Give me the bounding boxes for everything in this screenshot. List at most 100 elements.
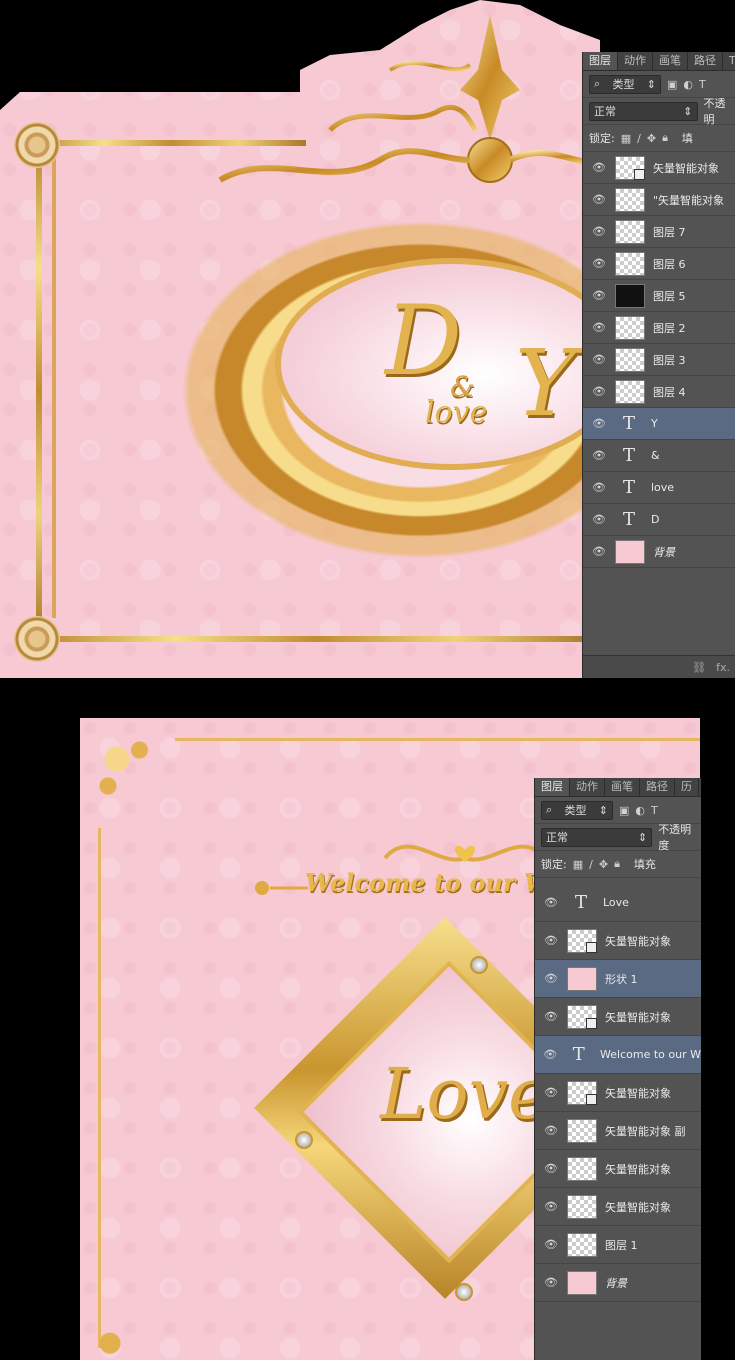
layer-name: 背景	[605, 1276, 627, 1290]
type-filter-icon[interactable]: T	[651, 804, 658, 817]
lock-move-icon[interactable]: ✥	[599, 858, 608, 871]
tab-actions[interactable]: 动作	[570, 778, 605, 796]
visibility-eye-icon[interactable]: 👁︎	[535, 1124, 567, 1137]
visibility-eye-icon[interactable]: 👁︎	[583, 417, 615, 430]
layer-row[interactable]: 👁︎ 图层 6	[583, 248, 735, 280]
layer-row[interactable]: 👁︎ 矢量智能对象	[535, 1074, 701, 1112]
layer-thumbnail	[615, 539, 645, 564]
layer-row[interactable]: 👁︎ T &	[583, 440, 735, 472]
tab-history[interactable]: 历	[675, 778, 699, 796]
layer-row[interactable]: 👁︎ 图层 2	[583, 312, 735, 344]
fx-button[interactable]: fx.	[716, 661, 730, 674]
visibility-eye-icon[interactable]: 👁︎	[535, 1010, 567, 1023]
visibility-eye-icon[interactable]: 👁︎	[583, 193, 615, 206]
visibility-eye-icon[interactable]: 👁︎	[583, 289, 615, 302]
layer-row[interactable]: 👁︎ T Y	[583, 408, 735, 440]
lock-all-icon[interactable]: 🔒︎	[662, 131, 668, 145]
visibility-eye-icon[interactable]: 👁︎	[583, 353, 615, 366]
visibility-eye-icon[interactable]: 👁︎	[583, 481, 615, 494]
layer-row[interactable]: 👁︎ T D	[583, 504, 735, 536]
opacity-label: 不透明度	[658, 823, 692, 852]
layer-row[interactable]: 👁︎ T Welcome to our W	[535, 1036, 701, 1074]
layer-thumbnail	[567, 1270, 597, 1295]
visibility-eye-icon[interactable]: 👁︎	[583, 513, 615, 526]
filter-row: ⌕ 类型 ⇕ ▣ ◐ T	[535, 797, 701, 824]
layer-list: 👁︎ 矢量智能对象 👁︎ "矢量智能对象 👁︎ 图层 7 👁︎ 图层 6 👁︎ 图层 5 👁︎ 图层 …	[583, 152, 735, 568]
layer-name: 矢量智能对象	[605, 1086, 671, 1100]
image-filter-icon[interactable]: ▣	[619, 804, 629, 817]
visibility-eye-icon[interactable]: 👁︎	[583, 257, 615, 270]
blend-mode-value: 正常	[594, 105, 616, 118]
visibility-eye-icon[interactable]: 👁︎	[535, 1048, 565, 1061]
layer-thumbnail	[615, 379, 645, 404]
layer-row[interactable]: 👁︎ 矢量智能对象	[535, 1188, 701, 1226]
visibility-eye-icon[interactable]: 👁︎	[535, 972, 567, 985]
layer-row[interactable]: 👁︎ 矢量智能对象	[535, 1150, 701, 1188]
gem-top	[470, 956, 488, 974]
lock-move-icon[interactable]: ✥	[647, 132, 656, 145]
layer-row[interactable]: 👁︎ 图层 4	[583, 376, 735, 408]
lock-brush-icon[interactable]: ∕	[637, 132, 641, 145]
layer-row[interactable]: 👁︎ 矢量智能对象 副	[535, 1112, 701, 1150]
visibility-eye-icon[interactable]: 👁︎	[583, 385, 615, 398]
lock-brush-icon[interactable]: ∕	[589, 858, 593, 871]
smart-object-thumbnail	[615, 155, 645, 180]
tab-brushes[interactable]: 画笔	[605, 778, 640, 796]
link-icon[interactable]: ⛓	[692, 661, 706, 674]
visibility-eye-icon[interactable]: 👁︎	[535, 934, 567, 947]
layer-row[interactable]: 👁︎ Tlove	[583, 472, 735, 504]
lock-transparency-icon[interactable]: ▦	[573, 858, 583, 871]
blend-mode-select[interactable]: 正常 ⇕	[589, 101, 698, 121]
visibility-eye-icon[interactable]: 👁︎	[583, 449, 615, 462]
visibility-eye-icon[interactable]: 👁︎	[535, 1200, 567, 1213]
layer-row[interactable]: 👁︎ 图层 3	[583, 344, 735, 376]
tab-paths[interactable]: 路径	[640, 778, 675, 796]
text-layer-icon: T	[622, 476, 635, 498]
layer-filter-select[interactable]: ⌕ 类型 ⇕	[541, 800, 613, 820]
adjustment-filter-icon[interactable]: ◐	[683, 78, 693, 91]
tab-actions[interactable]: 动作	[618, 52, 653, 70]
layer-row[interactable]: 👁︎ 图层 7	[583, 216, 735, 248]
visibility-eye-icon[interactable]: 👁︎	[535, 1276, 567, 1289]
layer-row[interactable]: 👁︎ 图层 5	[583, 280, 735, 312]
visibility-eye-icon[interactable]: 👁︎	[583, 161, 615, 174]
visibility-eye-icon[interactable]: 👁︎	[583, 225, 615, 238]
layer-row[interactable]: 👁︎ 矢量智能对象	[535, 998, 701, 1036]
visibility-eye-icon[interactable]: 👁︎	[583, 321, 615, 334]
corner-rosette-top-left	[14, 122, 60, 168]
lock-transparency-icon[interactable]: ▦	[621, 132, 631, 145]
visibility-eye-icon[interactable]: 👁︎	[583, 545, 615, 558]
layer-row[interactable]: 👁︎ 背景	[583, 536, 735, 568]
tab-layers[interactable]: 图层	[583, 52, 618, 70]
layer-row[interactable]: 👁︎ 矢量智能对象	[535, 922, 701, 960]
layer-thumbnail	[615, 251, 645, 276]
layer-row[interactable]: 👁︎ 背景	[535, 1264, 701, 1302]
visibility-eye-icon[interactable]: 👁︎	[535, 896, 567, 909]
visibility-eye-icon[interactable]: 👁︎	[535, 1238, 567, 1251]
layer-thumbnail	[615, 187, 645, 212]
layer-name: 图层 5	[653, 289, 686, 303]
visibility-eye-icon[interactable]: 👁︎	[535, 1086, 567, 1099]
adjustment-filter-icon[interactable]: ◐	[635, 804, 645, 817]
visibility-eye-icon[interactable]: 👁︎	[535, 1162, 567, 1175]
layer-name: D	[651, 513, 660, 526]
tab-more[interactable]: T	[723, 52, 735, 70]
layer-row[interactable]: 👁︎ 矢量智能对象	[583, 152, 735, 184]
lock-all-icon[interactable]: 🔒︎	[614, 857, 620, 871]
image-filter-icon[interactable]: ▣	[667, 78, 677, 91]
layer-filter-select[interactable]: ⌕ 类型 ⇕	[589, 74, 661, 94]
layer-row[interactable]: 👁︎ 图层 1	[535, 1226, 701, 1264]
lock-label: 锁定:	[541, 858, 567, 871]
welcome-flourish-left	[255, 881, 308, 895]
tab-layers[interactable]: 图层	[535, 778, 570, 796]
tab-brushes[interactable]: 画笔	[653, 52, 688, 70]
monogram-y: Y	[515, 330, 576, 437]
tab-paths[interactable]: 路径	[688, 52, 723, 70]
blend-mode-select[interactable]: 正常 ⇕	[541, 827, 653, 847]
layer-name: 图层 4	[653, 385, 686, 399]
layer-row[interactable]: 👁︎ T Love	[535, 884, 701, 922]
layer-row[interactable]: 👁︎ 形状 1	[535, 960, 701, 998]
type-filter-icon[interactable]: T	[699, 78, 706, 91]
layer-row[interactable]: 👁︎ "矢量智能对象	[583, 184, 735, 216]
text-layer-icon: T	[622, 444, 635, 466]
